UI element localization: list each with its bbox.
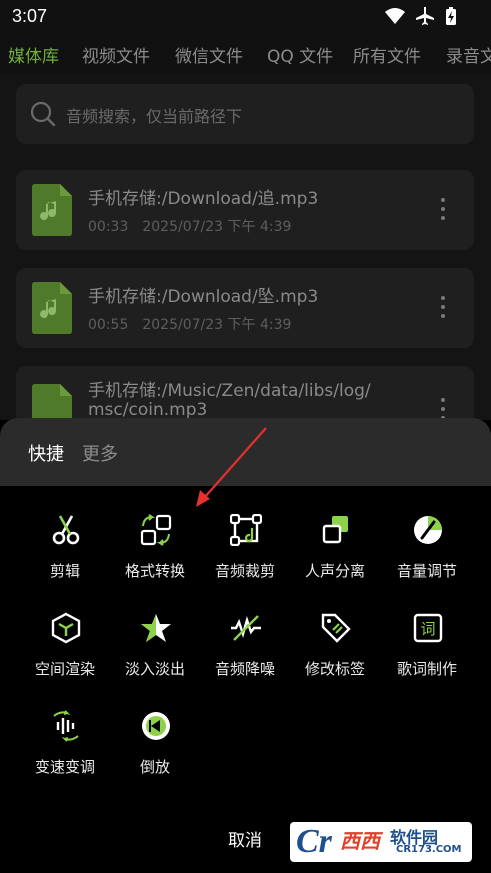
- file-item[interactable]: 手机存储:/Download/追.mp3 00:33 2025/07/23 下午 …: [16, 170, 474, 250]
- battery-charging-icon: [446, 7, 456, 25]
- audio-file-icon: [32, 184, 72, 236]
- tool-spatial-render[interactable]: 空间渲染: [20, 612, 110, 694]
- tool-volume-adjust[interactable]: 音量调节: [382, 514, 472, 596]
- tab-video-files[interactable]: 视频文件: [82, 42, 150, 67]
- tool-reverse[interactable]: 倒放: [110, 710, 200, 792]
- wifi-icon: [385, 8, 405, 24]
- tab-more[interactable]: 更多: [82, 440, 118, 466]
- tool-denoise[interactable]: 音频降噪: [200, 612, 290, 694]
- tool-audio-crop[interactable]: 音频裁剪: [200, 514, 290, 596]
- star-icon: [141, 614, 171, 642]
- tool-label: 人声分离: [304, 562, 365, 580]
- tool-label: 剪辑: [49, 562, 80, 580]
- file-item[interactable]: 手机存储:/Download/坠.mp3 00:55 2025/07/23 下午 …: [16, 268, 474, 348]
- watermark-url: CR173.COM: [396, 844, 462, 855]
- tool-label: 音频降噪: [214, 660, 275, 678]
- format-convert-icon: [140, 514, 172, 546]
- tab-wechat-files[interactable]: 微信文件: [175, 42, 243, 67]
- tool-vocal-separate[interactable]: 人声分离: [290, 514, 380, 596]
- denoise-icon: [231, 615, 261, 641]
- reverse-icon: [142, 712, 170, 740]
- file-meta: 00:33 2025/07/23 下午 4:39: [88, 216, 291, 236]
- lyrics-icon: 词: [413, 613, 443, 643]
- file-name-line1: 手机存储:/Music/Zen/data/libs/log/: [88, 381, 371, 401]
- speed-pitch-icon: [53, 710, 79, 742]
- sheet-header: 快捷 更多: [0, 418, 491, 486]
- scissors-icon: [52, 515, 80, 545]
- file-name: 手机存储:/Download/追.mp3: [88, 189, 319, 209]
- volume-dial-icon: [414, 516, 442, 544]
- tool-label: 音频裁剪: [214, 562, 275, 580]
- more-options-icon[interactable]: [440, 198, 446, 224]
- watermark-brand: 西西: [340, 829, 380, 853]
- status-bar: 3:07: [0, 0, 491, 34]
- tool-cut[interactable]: 剪辑: [20, 514, 110, 596]
- search-box[interactable]: 音频搜索，仅当前路径下: [16, 84, 474, 144]
- search-input[interactable]: 音频搜索，仅当前路径下: [66, 103, 242, 127]
- more-options-icon[interactable]: [440, 296, 446, 322]
- tab-quick[interactable]: 快捷: [28, 440, 64, 466]
- tool-label: 修改标签: [304, 660, 365, 678]
- status-icons: [385, 6, 457, 26]
- cancel-button[interactable]: 取消: [214, 826, 276, 856]
- file-date: 2025/07/23 下午 4:39: [142, 219, 292, 235]
- file-duration: 00:55: [88, 317, 129, 333]
- watermark-logo: Cr 西西 软件园 CR173.COM: [290, 822, 472, 862]
- tool-lyrics[interactable]: 词 歌词制作: [382, 612, 472, 694]
- file-meta: 00:55 2025/07/23 下午 4:39: [88, 314, 291, 334]
- category-tabs: 媒体库 视频文件 微信文件 QQ 文件 所有文件 录音文: [0, 34, 491, 74]
- separate-icon: [322, 516, 348, 544]
- tag-icon: [321, 613, 351, 643]
- file-name-line2: msc/coin.mp3: [88, 400, 208, 420]
- crop-icon: [230, 514, 262, 546]
- file-date: 2025/07/23 下午 4:39: [142, 317, 292, 333]
- audio-file-icon: [32, 282, 72, 334]
- cube-icon: [51, 612, 81, 644]
- file-duration: 00:33: [88, 219, 129, 235]
- tool-edit-tags[interactable]: 修改标签: [290, 612, 380, 694]
- tool-fade[interactable]: 淡入淡出: [110, 612, 200, 694]
- tab-media-library[interactable]: 媒体库: [8, 42, 59, 67]
- svg-text:词: 词: [420, 620, 435, 638]
- tool-label: 格式转换: [124, 562, 185, 580]
- airplane-icon: [416, 7, 434, 25]
- tool-speed-pitch[interactable]: 变速变调: [20, 710, 110, 792]
- status-time: 3:07: [12, 6, 48, 26]
- tools-bottom-sheet: 快捷 更多 剪辑 格式转换 音频裁剪 人声分离 音量调节 空间渲染 淡入淡出 音…: [0, 418, 491, 873]
- file-name: 手机存储:/Download/坠.mp3: [88, 287, 319, 307]
- search-icon: [30, 101, 56, 127]
- watermark-mark: Cr: [296, 823, 332, 860]
- tool-format-convert[interactable]: 格式转换: [110, 514, 200, 596]
- tab-all-files[interactable]: 所有文件: [353, 42, 421, 67]
- tool-label: 歌词制作: [396, 660, 457, 678]
- tool-label: 倒放: [139, 758, 170, 776]
- tab-qq-files[interactable]: QQ 文件: [267, 42, 333, 67]
- tool-label: 淡入淡出: [124, 660, 185, 678]
- tool-label: 音量调节: [396, 562, 457, 580]
- tool-label: 变速变调: [34, 758, 95, 776]
- tab-recordings[interactable]: 录音文: [446, 42, 491, 67]
- tool-label: 空间渲染: [34, 660, 95, 678]
